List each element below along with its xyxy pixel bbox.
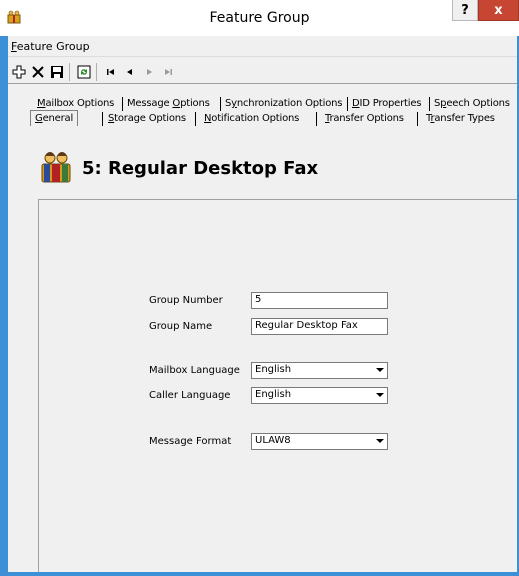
tab-synchronization-options[interactable]: Synchronization Options bbox=[225, 96, 342, 112]
menu-bar: Feature Group bbox=[8, 36, 517, 56]
tab-divider bbox=[122, 97, 123, 111]
menu-item-feature-group[interactable]: Feature Group bbox=[11, 40, 90, 53]
tab-mnemonic: O bbox=[172, 98, 181, 109]
tab-divider bbox=[347, 97, 348, 111]
group-name-field[interactable]: Regular Desktop Fax bbox=[251, 318, 388, 335]
caller-language-label: Caller Language bbox=[149, 390, 231, 401]
help-button-label: ? bbox=[461, 2, 469, 18]
tab-label: otification Options bbox=[211, 113, 300, 124]
add-icon[interactable] bbox=[10, 63, 28, 81]
tab-divider bbox=[417, 112, 418, 126]
tab-transfer-options[interactable]: Transfer Options bbox=[325, 111, 404, 127]
tab-label: ptions bbox=[180, 98, 210, 109]
tab-divider bbox=[220, 97, 221, 111]
chevron-down-icon[interactable] bbox=[373, 364, 386, 377]
mailbox-language-select[interactable]: English bbox=[251, 362, 388, 379]
tab-notification-options[interactable]: Notification Options bbox=[204, 111, 299, 127]
tab-message-options[interactable]: Message Options bbox=[127, 96, 210, 112]
message-format-label: Message Format bbox=[149, 436, 232, 447]
tab-divider bbox=[316, 112, 317, 126]
tab-label: nchronization Options bbox=[236, 98, 343, 109]
help-button[interactable]: ? bbox=[452, 0, 478, 21]
toolbar-separator bbox=[69, 63, 70, 81]
tab-label: ransfer Options bbox=[329, 113, 404, 124]
tab-label: ID Properties bbox=[359, 98, 422, 109]
tab-label: ansfer Types bbox=[434, 113, 495, 124]
caller-language-select[interactable]: English bbox=[251, 387, 388, 404]
tab-transfer-types[interactable]: Transfer Types bbox=[426, 111, 495, 127]
message-format-value: ULAW8 bbox=[255, 435, 291, 446]
feature-group-window: Feature Group ? x Feature Group Mailbox … bbox=[0, 0, 519, 576]
client-area: Feature Group Mailbox Options Message Op… bbox=[8, 36, 517, 572]
save-icon[interactable] bbox=[48, 63, 66, 81]
page-title: 5: Regular Desktop Fax bbox=[82, 158, 319, 179]
tab-mnemonic: D bbox=[352, 98, 360, 109]
feature-group-icon bbox=[38, 148, 74, 184]
tab-label-prefix: Message bbox=[127, 98, 173, 109]
mailbox-language-label: Mailbox Language bbox=[149, 365, 240, 376]
toolbar-separator bbox=[96, 63, 97, 81]
tab-speech-options[interactable]: Speech Options bbox=[434, 96, 510, 112]
tab-label: ailbox Options bbox=[45, 98, 115, 109]
tab-did-properties[interactable]: DID Properties bbox=[352, 96, 421, 112]
tab-label: eech Options bbox=[446, 98, 510, 109]
menu-item-label: eature Group bbox=[16, 40, 90, 53]
tab-divider bbox=[429, 97, 430, 111]
chevron-down-icon[interactable] bbox=[373, 435, 386, 448]
refresh-icon[interactable] bbox=[75, 63, 93, 81]
toolbar bbox=[8, 56, 517, 84]
tab-divider bbox=[195, 112, 196, 126]
window-title: Feature Group bbox=[209, 10, 310, 26]
tab-divider bbox=[102, 112, 103, 126]
tab-label: eneral bbox=[42, 113, 74, 124]
close-button[interactable]: x bbox=[478, 0, 519, 21]
close-icon: x bbox=[494, 2, 503, 18]
previous-record-icon[interactable] bbox=[121, 63, 139, 81]
group-number-field[interactable]: 5 bbox=[251, 292, 388, 309]
tab-storage-options[interactable]: Storage Options bbox=[108, 111, 186, 127]
first-record-icon[interactable] bbox=[102, 63, 120, 81]
chevron-down-icon[interactable] bbox=[373, 389, 386, 402]
group-name-label: Group Name bbox=[149, 321, 213, 332]
group-number-label: Group Number bbox=[149, 295, 223, 306]
general-form-panel: Group Number 5 Group Name Regular Deskto… bbox=[38, 199, 517, 572]
message-format-select[interactable]: ULAW8 bbox=[251, 433, 388, 450]
caller-language-value: English bbox=[255, 389, 292, 400]
delete-icon[interactable] bbox=[29, 63, 47, 81]
tab-mnemonic: G bbox=[35, 113, 43, 124]
tab-general[interactable]: General bbox=[30, 110, 79, 126]
next-record-icon[interactable] bbox=[140, 63, 158, 81]
tab-strip: Mailbox Options Message Options Synchron… bbox=[8, 84, 517, 127]
tab-label: torage Options bbox=[114, 113, 186, 124]
last-record-icon[interactable] bbox=[159, 63, 177, 81]
title-bar[interactable]: Feature Group ? x bbox=[0, 0, 519, 36]
mailbox-language-value: English bbox=[255, 364, 292, 375]
